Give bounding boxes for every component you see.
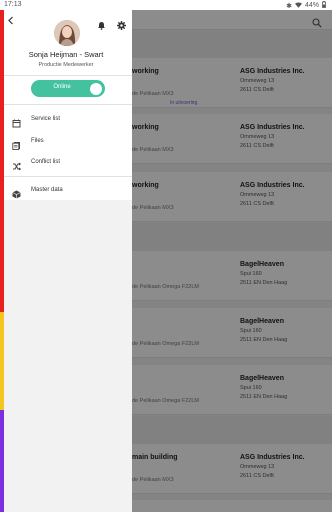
navigation-drawer: Sonja Heijman - Swart Productie Medewerk… [0,10,132,512]
online-status-label: Online [53,84,71,90]
toggle-knob [90,82,102,95]
menu-item-files[interactable]: Files [0,132,132,152]
chevron-left-icon[interactable] [7,16,17,26]
wifi-icon [294,2,302,10]
menu-item-conflict-list[interactable]: Conflict list [0,153,132,173]
status-strip-yellow [0,312,4,410]
online-status-toggle[interactable]: Online [31,80,105,97]
drawer-panel: Sonja Heijman - Swart Productie Medewerk… [0,10,132,200]
menu-label: Master data [31,187,63,193]
conflict-icon [12,158,22,171]
menu-label: Files [31,138,44,144]
battery-level: 44% [304,2,319,9]
battery-icon [322,1,326,10]
gear-icon[interactable] [117,17,126,30]
files-icon [12,137,21,150]
menu-item-master-data[interactable]: Master data [0,181,132,201]
service-list-icon [12,115,21,128]
divider [0,75,132,76]
bluetooth-icon: ✱ [286,2,292,10]
status-indicators: ✱ 44% [286,1,326,10]
user-name: Sonja Heijman - Swart [28,50,104,59]
status-strip-red [0,10,4,312]
menu-label: Conflict list [31,159,61,165]
menu-item-service-list[interactable]: Service list [0,110,132,130]
avatar [54,20,80,46]
status-time: 17:13 [4,1,22,8]
menu-label: Service list [31,116,61,122]
bell-icon[interactable] [97,17,106,30]
divider [0,104,132,105]
cube-icon [12,186,21,199]
status-bar: 17:13 ✱ 44% [0,0,332,10]
user-role: Productie Medewerker [38,62,94,68]
status-strip-purple [0,410,4,512]
divider [0,176,132,177]
